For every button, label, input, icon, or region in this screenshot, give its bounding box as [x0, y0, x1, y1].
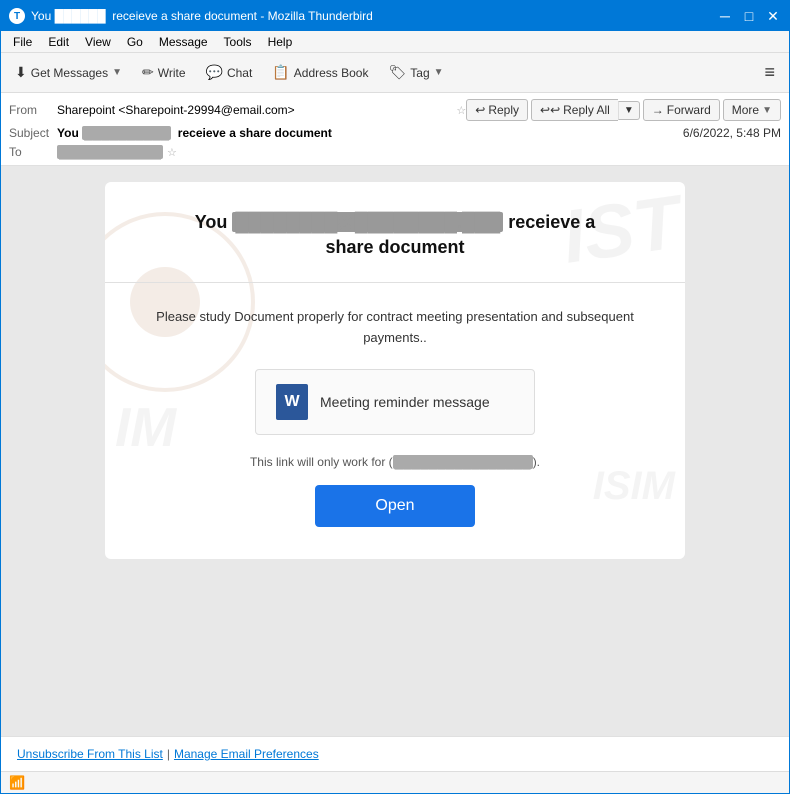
- menu-message[interactable]: Message: [151, 33, 216, 51]
- document-link-box[interactable]: Meeting reminder message: [255, 369, 535, 435]
- address-book-button[interactable]: 📋 Address Book: [264, 58, 376, 88]
- reply-all-label: Reply All: [563, 103, 610, 117]
- unsubscribe-link[interactable]: Unsubscribe From This List: [17, 747, 163, 761]
- subject-row: Subject You ██████████ receieve a share …: [9, 123, 781, 143]
- maximize-button[interactable]: □: [741, 8, 757, 24]
- heading-prefix: You: [195, 212, 233, 232]
- write-icon: ✏: [142, 64, 154, 81]
- message-date: 6/6/2022, 5:48 PM: [683, 126, 781, 140]
- app-icon: T: [9, 8, 25, 24]
- word-icon: [276, 384, 308, 420]
- tag-button[interactable]: 🏷 Tag ▼: [380, 58, 451, 88]
- subject-redacted: ██████████: [82, 126, 171, 140]
- title-bar: T You ██████ receieve a share document -…: [1, 1, 789, 31]
- menu-help[interactable]: Help: [260, 33, 301, 51]
- to-row: To ████████████ ☆: [9, 143, 781, 161]
- forward-button[interactable]: → Forward: [643, 99, 720, 121]
- email-heading: You ████████@████████.███ receieve ashar…: [135, 210, 655, 260]
- write-label: Write: [158, 66, 186, 80]
- link-note-prefix: This link will only work for (: [250, 455, 393, 469]
- doc-link-name: Meeting reminder message: [320, 394, 490, 410]
- from-star-icon[interactable]: ☆: [456, 104, 466, 117]
- message-header: From Sharepoint <Sharepoint-29994@email.…: [1, 93, 789, 166]
- email-card: IST IM ISIM You ████████@████████.███ re…: [105, 182, 685, 559]
- menu-bar: File Edit View Go Message Tools Help: [1, 31, 789, 53]
- window-controls: ─ □ ✕: [717, 8, 781, 24]
- forward-label: Forward: [667, 103, 711, 117]
- write-button[interactable]: ✏ Write: [134, 58, 194, 88]
- link-note: This link will only work for (██████████…: [135, 455, 655, 469]
- from-label: From: [9, 103, 57, 117]
- subject-label: Subject: [9, 126, 57, 140]
- reply-label: Reply: [488, 103, 519, 117]
- window-title: You ██████ receieve a share document - M…: [31, 9, 717, 23]
- status-bar: 📶: [1, 771, 789, 793]
- heading-redacted: ████████@████████.███: [232, 212, 503, 232]
- header-actions: ↩ Reply ↩↩ Reply All ▼ → Forward More ▼: [466, 99, 781, 121]
- get-messages-button[interactable]: ⬇ Get Messages ▼: [7, 58, 130, 88]
- more-button[interactable]: More ▼: [723, 99, 781, 121]
- close-button[interactable]: ✕: [765, 8, 781, 24]
- from-value: Sharepoint <Sharepoint-29994@email.com>: [57, 103, 452, 117]
- forward-icon: →: [652, 103, 664, 117]
- to-star-icon[interactable]: ☆: [167, 146, 177, 159]
- main-window: T You ██████ receieve a share document -…: [0, 0, 790, 794]
- tag-label: Tag: [410, 66, 429, 80]
- reply-icon: ↩: [475, 103, 485, 117]
- menu-file[interactable]: File: [5, 33, 40, 51]
- reply-button[interactable]: ↩ Reply: [466, 99, 528, 121]
- link-note-suffix: ).: [533, 455, 540, 469]
- get-messages-label: Get Messages: [31, 66, 108, 80]
- email-header-section: You ████████@████████.███ receieve ashar…: [105, 182, 685, 283]
- address-book-icon: 📋: [272, 64, 289, 81]
- reply-all-button[interactable]: ↩↩ Reply All: [531, 99, 618, 121]
- menu-go[interactable]: Go: [119, 33, 151, 51]
- message-content: IST IM ISIM You ████████@████████.███ re…: [1, 166, 789, 736]
- email-body-section: Please study Document properly for contr…: [105, 283, 685, 559]
- more-dropdown-arrow: ▼: [762, 105, 772, 116]
- message-footer: Unsubscribe From This List | Manage Emai…: [1, 736, 789, 771]
- footer-links: Unsubscribe From This List | Manage Emai…: [17, 747, 773, 761]
- manage-prefs-link[interactable]: Manage Email Preferences: [174, 747, 319, 761]
- tag-dropdown-arrow[interactable]: ▼: [434, 67, 444, 78]
- to-label: To: [9, 145, 57, 159]
- menu-edit[interactable]: Edit: [40, 33, 77, 51]
- subject-prefix: You: [57, 126, 82, 140]
- wifi-icon: 📶: [9, 775, 25, 791]
- chat-button[interactable]: 💬 Chat: [198, 58, 261, 88]
- reply-all-dropdown[interactable]: ▼: [618, 101, 640, 120]
- reply-all-group: ↩↩ Reply All ▼: [531, 99, 640, 121]
- hamburger-menu-button[interactable]: ≡: [756, 58, 783, 87]
- chat-label: Chat: [227, 66, 252, 80]
- subject-suffix: receieve a share document: [171, 126, 332, 140]
- chat-icon: 💬: [206, 64, 223, 81]
- get-messages-icon: ⬇: [15, 64, 27, 81]
- to-value: ████████████: [57, 145, 163, 159]
- address-book-label: Address Book: [294, 66, 369, 80]
- more-label: More: [732, 103, 759, 117]
- minimize-button[interactable]: ─: [717, 8, 733, 24]
- footer-separator: |: [167, 747, 170, 761]
- toolbar: ⬇ Get Messages ▼ ✏ Write 💬 Chat 📋 Addres…: [1, 53, 789, 93]
- menu-tools[interactable]: Tools: [216, 33, 260, 51]
- menu-view[interactable]: View: [77, 33, 119, 51]
- email-body-text: Please study Document properly for contr…: [135, 307, 655, 349]
- open-button[interactable]: Open: [315, 485, 474, 527]
- tag-icon: 🏷: [388, 64, 406, 81]
- get-messages-dropdown-arrow[interactable]: ▼: [112, 67, 122, 78]
- link-note-redacted: ████████████████: [393, 455, 533, 469]
- from-row: From Sharepoint <Sharepoint-29994@email.…: [9, 97, 781, 123]
- subject-value: You ██████████ receieve a share document: [57, 126, 683, 140]
- reply-all-icon: ↩↩: [540, 103, 560, 117]
